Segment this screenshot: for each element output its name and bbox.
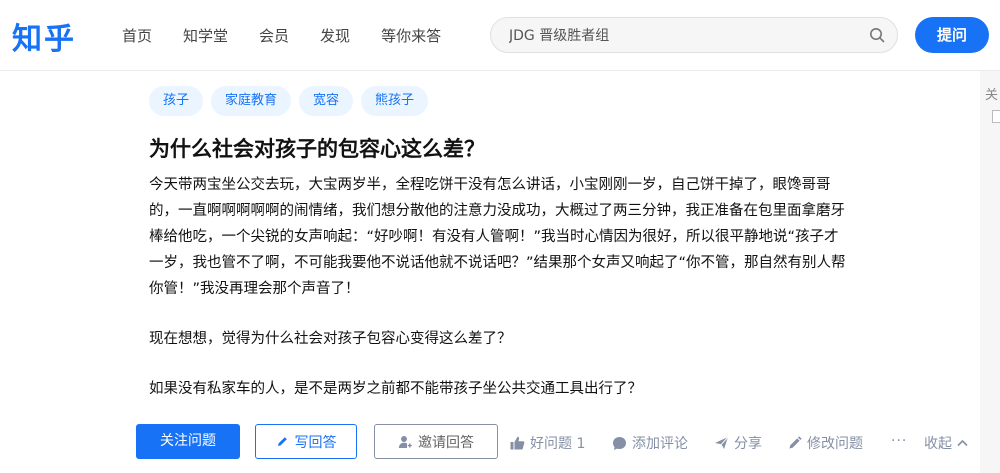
question-title: 为什么社会对孩子的包容心这么差？ (149, 137, 485, 161)
edit-question-button[interactable]: 修改问题 (788, 433, 863, 453)
search-bar (490, 17, 898, 53)
good-question-label: 好问题 1 (530, 436, 586, 452)
search-icon[interactable] (869, 27, 885, 43)
add-comment-label: 添加评论 (632, 436, 688, 452)
topic-tag[interactable]: 孩子 (149, 86, 204, 116)
topic-tag[interactable]: 熊孩子 (361, 86, 429, 116)
sidebar-peek-box (992, 110, 1000, 123)
question-paragraph: 今天带两宝坐公交去玩，大宝两岁半，全程吃饼干没有怎么讲话，小宝刚刚一岁，自己饼干… (149, 177, 846, 297)
more-options-button[interactable]: ··· (891, 433, 907, 449)
topic-tag[interactable]: 家庭教育 (211, 86, 292, 116)
question-body: 今天带两宝坐公交去玩，大宝两岁半，全程吃饼干没有怎么讲话，小宝刚刚一岁，自己饼干… (149, 172, 849, 402)
pencil-icon (276, 435, 289, 448)
comment-bubble-icon (612, 436, 627, 451)
edit-question-label: 修改问题 (807, 436, 863, 452)
collapse-button[interactable]: 收起 (924, 433, 968, 453)
edit-pencil-icon (788, 436, 802, 450)
good-question-button[interactable]: 好问题 1 (510, 433, 585, 453)
main-nav: 首页 知学堂 会员 发现 等你来答 (122, 25, 472, 46)
question-paragraph: 现在想想，觉得为什么社会对孩子包容心变得这么差了？ (149, 331, 512, 347)
topic-tags: 孩子 家庭教育 宽容 熊孩子 (149, 86, 436, 116)
invite-answer-button[interactable]: 邀请回答 (374, 424, 498, 459)
invite-user-icon (398, 435, 412, 449)
nav-home[interactable]: 首页 (122, 25, 152, 46)
search-input[interactable] (507, 25, 861, 47)
write-answer-button[interactable]: 写回答 (255, 424, 357, 459)
collapse-label: 收起 (924, 436, 952, 452)
sidebar-peek-text: 关 (985, 88, 999, 103)
top-header: 知乎 首页 知学堂 会员 发现 等你来答 提问 (0, 0, 1000, 71)
share-label: 分享 (734, 436, 762, 452)
thumbs-up-icon (510, 436, 525, 450)
share-arrow-icon (714, 436, 729, 450)
share-button[interactable]: 分享 (714, 433, 762, 453)
chevron-up-icon (957, 439, 968, 447)
ask-question-button[interactable]: 提问 (915, 17, 989, 53)
follow-question-button[interactable]: 关注问题 (136, 424, 240, 459)
write-answer-label: 写回答 (294, 434, 337, 451)
topic-tag[interactable]: 宽容 (299, 86, 354, 116)
question-paragraph: 如果没有私家车的人，是不是两岁之前都不能带孩子坐公共交通工具出行了？ (149, 381, 642, 397)
nav-membership[interactable]: 会员 (259, 25, 289, 46)
add-comment-button[interactable]: 添加评论 (612, 433, 688, 453)
zhihu-logo[interactable]: 知乎 (12, 14, 76, 58)
nav-discover[interactable]: 发现 (320, 25, 350, 46)
nav-zhixuetang[interactable]: 知学堂 (183, 25, 228, 46)
nav-waiting-answers[interactable]: 等你来答 (381, 25, 441, 46)
question-action-bar: 关注问题 写回答 邀请回答 好问题 1 添加评论 分享 修改问题 ··· 收起 (136, 424, 986, 460)
invite-answer-label: 邀请回答 (418, 434, 474, 451)
